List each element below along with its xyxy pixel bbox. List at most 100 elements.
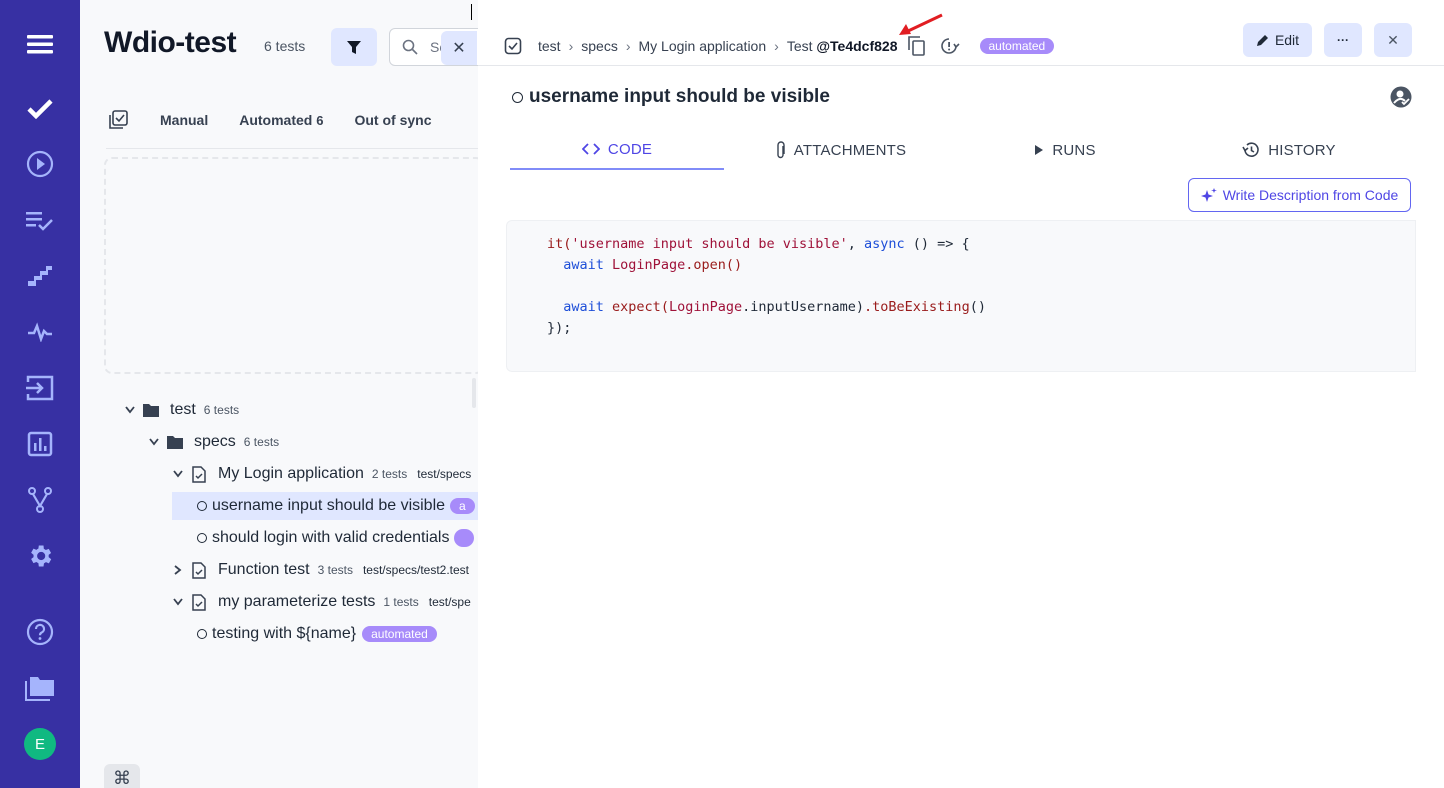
chevron-down-icon[interactable]: [122, 406, 138, 414]
nav-plans[interactable]: [20, 200, 60, 240]
nav-imports[interactable]: [20, 368, 60, 408]
close-icon: ✕: [1387, 31, 1399, 48]
tab-history[interactable]: HISTORY: [1182, 130, 1396, 170]
tab-label: CODE: [607, 140, 653, 158]
nav-projects[interactable]: [20, 668, 60, 708]
filter-button[interactable]: [331, 28, 377, 66]
tab-automated-count: 6: [316, 113, 324, 128]
filter-tabs: Manual Automated 6 Out of sync: [104, 104, 432, 136]
tree-suite[interactable]: Function test 3 tests test/specs/test2.t…: [170, 556, 469, 584]
write-description-button[interactable]: Write Description from Code: [1188, 178, 1411, 212]
tree-count: 6 tests: [203, 403, 240, 417]
nav-runs[interactable]: [20, 144, 60, 184]
chevron-down-icon[interactable]: [170, 598, 186, 606]
drop-zone[interactable]: [104, 157, 478, 374]
chevron-right-icon[interactable]: [170, 565, 186, 575]
copy-icon[interactable]: [907, 36, 926, 56]
stairs-icon: [28, 266, 52, 286]
tab-automated[interactable]: Automated 6: [239, 112, 323, 128]
tab-label: ATTACHMENTS: [793, 141, 907, 159]
tree-suite[interactable]: my parameterize tests 1 tests test/spe: [170, 588, 471, 616]
tree-label: should login with valid credentials: [212, 529, 450, 546]
command-icon: ⌘: [113, 768, 131, 788]
sync-alert-icon[interactable]: [940, 37, 960, 55]
close-button[interactable]: ✕: [1374, 23, 1412, 57]
nav-tests[interactable]: [20, 88, 60, 128]
tab-out-of-sync[interactable]: Out of sync: [354, 112, 431, 128]
pulse-icon: [28, 322, 52, 342]
tab-code[interactable]: CODE: [510, 130, 724, 170]
help-icon: [26, 618, 54, 646]
filter-icon: [347, 41, 361, 54]
tree-count: 6 tests: [243, 435, 280, 449]
code-token: .open(): [685, 257, 743, 273]
tree-label: My Login application: [218, 465, 364, 482]
list-check-icon: [26, 212, 53, 231]
user-avatar[interactable]: E: [24, 728, 56, 760]
tree-count: 3 tests: [317, 563, 353, 577]
tree-count: 2 tests: [371, 467, 408, 481]
breadcrumb-item[interactable]: test: [538, 38, 561, 54]
tree-test[interactable]: testing with ${name} automated: [197, 620, 437, 648]
tab-label: HISTORY: [1268, 141, 1336, 159]
menu-button[interactable]: [20, 24, 60, 64]
tree-label: username input should be visible: [212, 497, 446, 514]
nav-help[interactable]: [20, 612, 60, 652]
breadcrumb-separator: ›: [568, 38, 574, 54]
search-icon: [402, 39, 418, 55]
breadcrumb-item: Test @Te4dcf828: [787, 38, 898, 54]
main-nav: E: [0, 0, 80, 788]
pencil-icon: [1256, 34, 1268, 46]
test-title-text: username input should be visible: [529, 86, 830, 107]
tree-test[interactable]: should login with valid credentials: [197, 524, 475, 552]
tree-folder-test[interactable]: test 6 tests: [122, 396, 239, 424]
import-icon: [26, 375, 54, 401]
status-badge: [454, 529, 475, 547]
test-status-icon: [197, 533, 207, 543]
tree-suite[interactable]: My Login application 2 tests test/specs: [170, 460, 471, 488]
tree-folder-specs[interactable]: specs 6 tests: [146, 428, 279, 456]
edit-button[interactable]: Edit: [1243, 23, 1312, 57]
edit-label: Edit: [1274, 32, 1300, 48]
tree-path: test/specs/test2.test: [362, 563, 470, 577]
nav-settings[interactable]: [20, 536, 60, 576]
ellipsis-icon: ···: [1337, 33, 1349, 47]
test-status-icon: [197, 501, 207, 511]
breadcrumb-item[interactable]: My Login application: [639, 38, 767, 54]
command-palette-button[interactable]: ⌘: [104, 764, 140, 788]
nav-pulse[interactable]: [20, 312, 60, 352]
breadcrumb-separator: ›: [774, 38, 779, 54]
nav-branches[interactable]: [20, 480, 60, 520]
more-button[interactable]: ···: [1324, 23, 1362, 57]
nav-steps[interactable]: [20, 256, 60, 296]
breadcrumb-item[interactable]: specs: [581, 38, 618, 54]
paperclip-icon: [777, 141, 785, 159]
tab-manual[interactable]: Manual: [160, 112, 208, 128]
assignee-icon[interactable]: [1390, 86, 1412, 108]
suite-file-icon: [192, 465, 206, 483]
hamburger-icon: [27, 35, 53, 54]
test-file-icon: [504, 37, 522, 55]
sparkle-icon: [1200, 188, 1217, 202]
test-status-icon: [512, 91, 523, 103]
test-label: Test: [786, 38, 813, 54]
code-token: expect(: [612, 299, 669, 315]
tree-label: testing with ${name}: [212, 625, 357, 642]
tree-label: my parameterize tests: [218, 593, 376, 610]
divider: [106, 148, 478, 149]
panel-resize-handle[interactable]: [472, 378, 476, 408]
chevron-down-icon[interactable]: [170, 470, 186, 478]
code-icon: [581, 143, 600, 155]
tree-label: Function test: [218, 561, 310, 578]
code-token: it(: [547, 236, 572, 252]
clear-search-button[interactable]: ✕: [441, 31, 477, 65]
tab-runs[interactable]: RUNS: [958, 130, 1172, 170]
tab-attachments[interactable]: ATTACHMENTS: [734, 130, 948, 170]
chevron-down-icon[interactable]: [146, 438, 162, 446]
code-token: (): [969, 299, 986, 315]
breadcrumb-separator: ›: [625, 38, 631, 54]
multi-select-icon[interactable]: [108, 110, 128, 130]
tree-label: specs: [194, 433, 236, 450]
tree-test-selected[interactable]: username input should be visible a: [172, 492, 478, 520]
nav-analytics[interactable]: [20, 424, 60, 464]
